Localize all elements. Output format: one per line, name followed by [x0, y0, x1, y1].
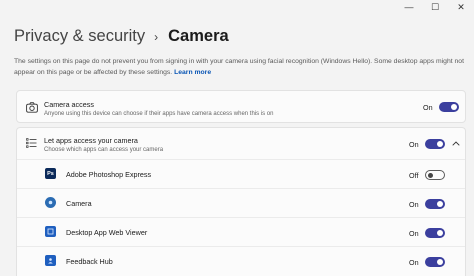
chevron-right-icon: › [154, 29, 159, 44]
app-toggle-camera[interactable] [425, 199, 445, 209]
description-text: The settings on this page do not prevent… [14, 58, 464, 76]
app-row-photoshop-express: Ps Adobe Photoshop Express Off [17, 159, 465, 188]
close-icon: ✕ [457, 1, 465, 12]
apps-access-header[interactable]: Let apps access your camera Choose which… [17, 128, 465, 158]
maximize-button[interactable]: ☐ [422, 0, 448, 14]
app-list-icon [25, 137, 37, 149]
maximize-icon: ☐ [430, 1, 440, 12]
app-row-feedback-hub: Feedback Hub On [17, 246, 465, 275]
breadcrumb: Privacy & security › Camera [14, 27, 229, 46]
app-state: On [409, 258, 419, 267]
page-title: Camera [168, 27, 229, 45]
apps-access-state: On [409, 140, 419, 149]
camera-access-toggle[interactable] [439, 102, 459, 112]
app-state: Off [409, 171, 419, 180]
app-name: Desktop App Web Viewer [66, 228, 148, 237]
camera-access-card[interactable]: Camera access Anyone using this device c… [16, 90, 466, 123]
page-description: The settings on this page do not prevent… [14, 56, 464, 78]
minimize-button[interactable]: — [396, 0, 422, 14]
app-row-camera: Camera On [17, 188, 465, 217]
chevron-up-icon[interactable] [451, 138, 461, 148]
camera-access-subtitle: Anyone using this device can choose if t… [44, 111, 274, 117]
camera-access-state: On [423, 103, 433, 112]
apps-access-toggle[interactable] [425, 139, 445, 149]
feedback-hub-icon [45, 255, 56, 266]
app-state: On [409, 229, 419, 238]
minimize-icon: — [404, 2, 414, 12]
camera-access-title: Camera access [44, 100, 94, 109]
learn-more-link[interactable]: Learn more [174, 69, 211, 76]
window-controls: — ☐ ✕ [396, 0, 474, 14]
app-name: Camera [66, 199, 92, 208]
app-row-web-viewer: Desktop App Web Viewer On [17, 217, 465, 246]
apps-access-card: Let apps access your camera Choose which… [16, 127, 466, 276]
camera-icon [25, 100, 39, 114]
app-name: Feedback Hub [66, 257, 113, 266]
app-toggle-feedback-hub[interactable] [425, 257, 445, 267]
app-name: Adobe Photoshop Express [66, 170, 152, 179]
photoshop-express-icon: Ps [45, 168, 56, 179]
app-state: On [409, 200, 419, 209]
close-button[interactable]: ✕ [448, 0, 474, 14]
apps-access-title: Let apps access your camera [44, 136, 138, 145]
apps-access-subtitle: Choose which apps can access your camera [44, 147, 164, 153]
app-toggle-photoshop-express[interactable] [425, 170, 445, 180]
app-toggle-web-viewer[interactable] [425, 228, 445, 238]
camera-app-icon [45, 197, 56, 208]
web-viewer-icon [45, 226, 56, 237]
breadcrumb-parent-link[interactable]: Privacy & security [14, 27, 145, 46]
